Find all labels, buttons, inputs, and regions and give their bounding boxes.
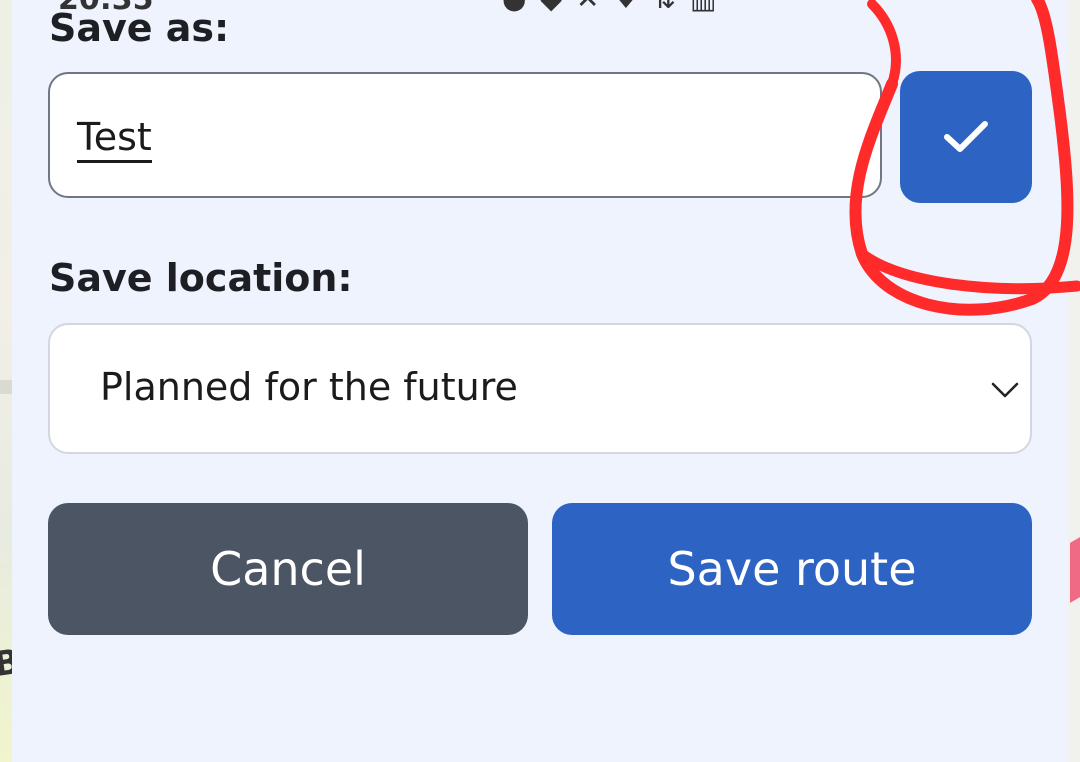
route-name-value[interactable]: Test bbox=[77, 114, 152, 163]
route-name-input[interactable]: Test bbox=[48, 72, 882, 198]
cancel-button[interactable]: Cancel bbox=[48, 503, 528, 635]
confirm-name-button[interactable] bbox=[900, 71, 1032, 203]
map-route-mark bbox=[1070, 537, 1080, 603]
status-icons: ●◆✕♥⇅▥ bbox=[502, 0, 730, 15]
map-background-right bbox=[1066, 0, 1080, 762]
save-location-select[interactable]: Planned for the future bbox=[48, 323, 1032, 454]
check-icon bbox=[944, 121, 988, 152]
chevron-down-icon bbox=[991, 382, 1019, 398]
save-location-label: Save location: bbox=[49, 256, 353, 300]
save-as-label: Save as: bbox=[49, 6, 230, 50]
save-route-sheet: 20:35 ●◆✕♥⇅▥ Save as: Test Save location… bbox=[12, 0, 1080, 762]
save-route-button[interactable]: Save route bbox=[552, 503, 1032, 635]
save-location-value: Planned for the future bbox=[100, 365, 518, 409]
